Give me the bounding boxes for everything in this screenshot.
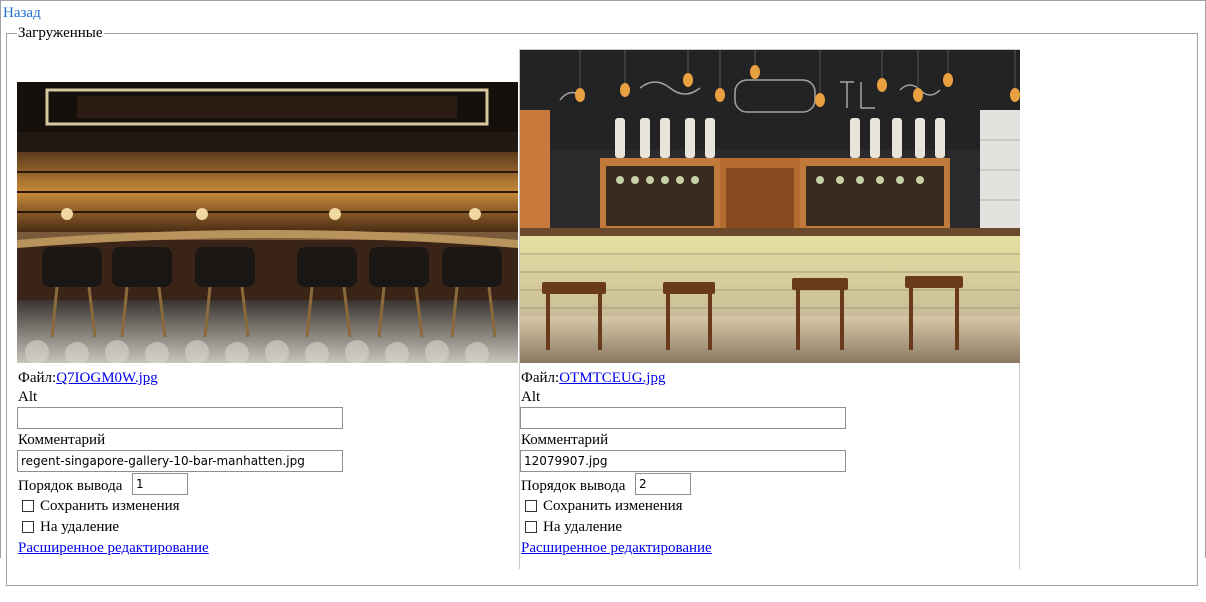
image-card-1: Файл:Q7IOGM0W.jpg Alt Комментарий Порядо… <box>17 82 518 602</box>
delete-label: На удаление <box>40 519 120 535</box>
order-label: Порядок вывода <box>521 478 626 494</box>
alt-label: Alt <box>18 389 38 405</box>
comment-input[interactable] <box>520 450 846 472</box>
image-card-2: Файл:OTMTCEUG.jpg Alt Комментарий Порядо… <box>519 49 1020 569</box>
delete-checkbox[interactable] <box>22 521 34 533</box>
alt-label: Alt <box>521 389 541 405</box>
order-label: Порядок вывода <box>18 478 123 494</box>
delete-checkbox[interactable] <box>525 521 537 533</box>
file-link[interactable]: OTMTCEUG.jpg <box>559 370 665 386</box>
comment-label: Комментарий <box>18 432 106 448</box>
file-prefix: Файл: <box>18 370 57 386</box>
file-link[interactable]: Q7IOGM0W.jpg <box>56 370 158 386</box>
uploaded-legend: Загруженные <box>18 25 103 41</box>
order-input[interactable] <box>635 473 691 495</box>
file-row-2: Файл:OTMTCEUG.jpg <box>521 369 665 387</box>
bar-photo-1 <box>17 82 518 363</box>
advanced-edit-link[interactable]: Расширенное редактирование <box>18 539 209 557</box>
image-preview-2[interactable] <box>520 50 1020 363</box>
back-link[interactable]: Назад <box>3 5 41 22</box>
bar-photo-2 <box>520 50 1020 363</box>
file-row-1: Файл:Q7IOGM0W.jpg <box>18 369 158 387</box>
advanced-edit-link[interactable]: Расширенное редактирование <box>521 539 712 557</box>
save-changes-label: Сохранить изменения <box>543 498 683 514</box>
delete-label: На удаление <box>543 519 623 535</box>
save-changes-checkbox[interactable] <box>525 500 537 512</box>
save-changes-checkbox[interactable] <box>22 500 34 512</box>
comment-label: Комментарий <box>521 432 609 448</box>
comment-input[interactable] <box>17 450 343 472</box>
alt-input[interactable] <box>17 407 343 429</box>
file-prefix: Файл: <box>521 370 560 386</box>
order-input[interactable] <box>132 473 188 495</box>
save-changes-label: Сохранить изменения <box>40 498 180 514</box>
image-preview-1[interactable] <box>17 82 518 363</box>
alt-input[interactable] <box>520 407 846 429</box>
